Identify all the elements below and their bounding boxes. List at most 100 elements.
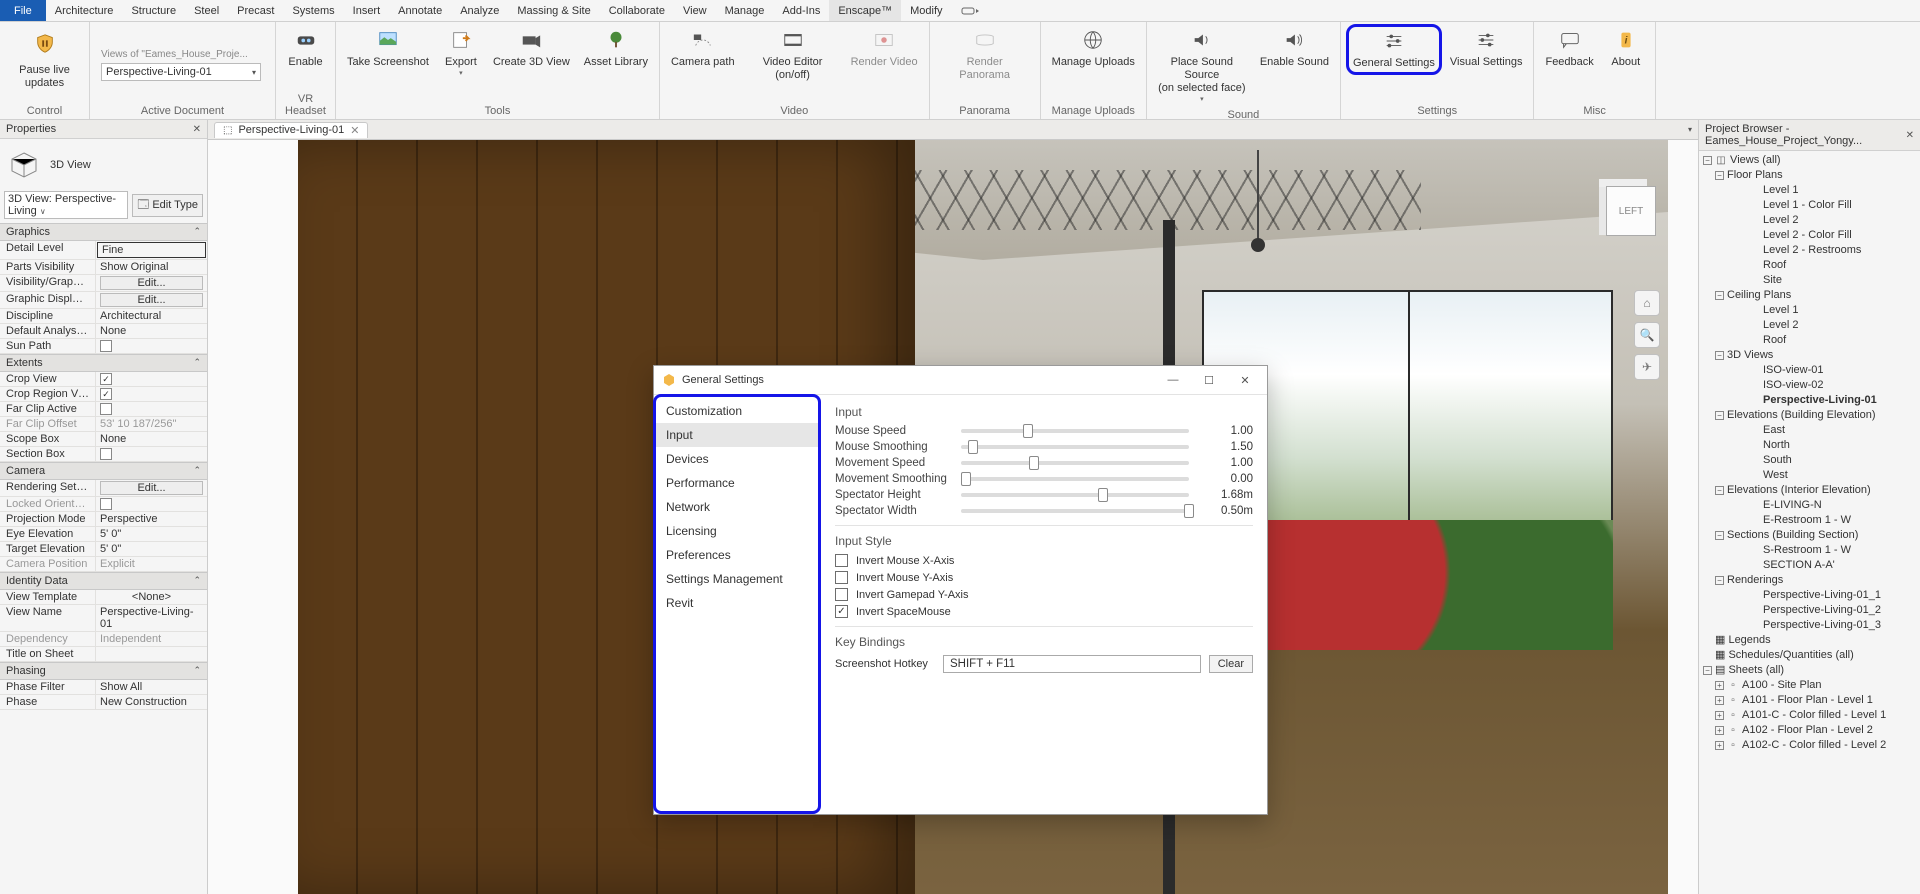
section-extents[interactable]: Extents⌃ [0,354,207,372]
property-value[interactable]: ✓ [96,387,207,401]
property-value[interactable] [96,339,207,353]
menu-view[interactable]: View [674,0,716,21]
camera-path-button[interactable]: Camera path [665,24,741,73]
tree-item[interactable]: +▫A101-C - Color filled - Level 1 [1701,708,1918,723]
render-video-button[interactable]: Render Video [845,24,924,73]
close-icon[interactable]: ✕ [1906,130,1914,141]
tree-item[interactable]: West [1701,468,1918,483]
expand-toggle[interactable]: − [1715,576,1724,585]
tree-item[interactable]: Perspective-Living-01_1 [1701,588,1918,603]
property-value[interactable]: None [96,324,207,338]
tree-item[interactable]: −Sections (Building Section) [1701,528,1918,543]
tabs-overflow[interactable]: ▾ [1682,125,1698,134]
manage-uploads-button[interactable]: Manage Uploads [1046,24,1141,73]
menu-addins[interactable]: Add-Ins [773,0,829,21]
menu-file[interactable]: File [0,0,46,21]
tree-item[interactable]: −Renderings [1701,573,1918,588]
property-value[interactable]: Explicit [96,557,207,571]
tree-item[interactable]: SECTION A-A' [1701,558,1918,573]
property-value[interactable]: Edit... [96,292,207,308]
menu-steel[interactable]: Steel [185,0,228,21]
nav-home-button[interactable]: ⌂ [1634,290,1660,316]
close-icon[interactable]: ✕ [193,124,201,135]
sidebar-item-network[interactable]: Network [656,495,818,519]
enable-vr-button[interactable]: Enable [282,24,330,73]
property-value[interactable]: Fine [97,242,206,258]
menu-precast[interactable]: Precast [228,0,283,21]
place-sound-button[interactable]: Place Sound Source(on selected face)▾ [1152,24,1252,107]
screenshot-hotkey-input[interactable] [943,655,1201,673]
property-value[interactable]: Perspective [96,512,207,526]
slider-thumb[interactable] [1184,504,1194,518]
sidebar-item-input[interactable]: Input [656,423,818,447]
property-value[interactable]: Show All [96,680,207,694]
slider-track[interactable] [961,461,1189,465]
sidebar-item-devices[interactable]: Devices [656,447,818,471]
expand-toggle[interactable]: − [1715,351,1724,360]
tree-item[interactable]: ▦ Legends [1701,633,1918,648]
sidebar-item-performance[interactable]: Performance [656,471,818,495]
tree-item[interactable]: E-Restroom 1 - W [1701,513,1918,528]
slider-track[interactable] [961,509,1189,513]
slider-thumb[interactable] [1029,456,1039,470]
tree-item[interactable]: Level 1 [1701,303,1918,318]
tree-item[interactable]: −3D Views [1701,348,1918,363]
property-value[interactable]: 53' 10 187/256" [96,417,207,431]
tree-item[interactable]: Level 1 - Color Fill [1701,198,1918,213]
menu-architecture[interactable]: Architecture [46,0,123,21]
expand-toggle[interactable]: − [1703,156,1712,165]
tree-item[interactable]: Roof [1701,258,1918,273]
tree-item[interactable]: +▫A102 - Floor Plan - Level 2 [1701,723,1918,738]
sidebar-item-licensing[interactable]: Licensing [656,519,818,543]
menu-collaborate[interactable]: Collaborate [600,0,674,21]
property-value[interactable]: Independent [96,632,207,646]
clear-button[interactable]: Clear [1209,655,1253,673]
tree-item[interactable]: Level 2 - Restrooms [1701,243,1918,258]
tree-item[interactable]: S-Restroom 1 - W [1701,543,1918,558]
menu-structure[interactable]: Structure [122,0,185,21]
slider-track[interactable] [961,429,1189,433]
document-tab[interactable]: ⬚ Perspective-Living-01 ✕ [214,122,368,138]
tree-item[interactable]: Perspective-Living-01 [1701,393,1918,408]
checkbox-invert-spacemouse[interactable]: ✓Invert SpaceMouse [835,605,1253,618]
tree-item[interactable]: South [1701,453,1918,468]
asset-library-button[interactable]: Asset Library [578,24,654,73]
menu-annotate[interactable]: Annotate [389,0,451,21]
expand-toggle[interactable]: + [1715,711,1724,720]
checkbox-invert-mouse-x-axis[interactable]: Invert Mouse X-Axis [835,554,1253,567]
edit-type-button[interactable]: 🗔Edit Type [132,194,203,217]
section-identity[interactable]: Identity Data⌃ [0,572,207,590]
tree-item[interactable]: Perspective-Living-01_3 [1701,618,1918,633]
expand-toggle[interactable]: − [1715,291,1724,300]
render-panorama-button[interactable]: Render Panorama [935,24,1035,86]
tree-item[interactable]: ISO-view-01 [1701,363,1918,378]
tree-item[interactable]: +▫A100 - Site Plan [1701,678,1918,693]
property-value[interactable]: Edit... [96,480,207,496]
menu-overflow[interactable] [952,0,988,21]
slider-thumb[interactable] [961,472,971,486]
property-value[interactable]: Edit... [96,275,207,291]
slider-track[interactable] [961,445,1189,449]
tree-item[interactable]: Site [1701,273,1918,288]
checkbox-invert-mouse-y-axis[interactable]: Invert Mouse Y-Axis [835,571,1253,584]
tree-item[interactable]: −Elevations (Interior Elevation) [1701,483,1918,498]
menu-insert[interactable]: Insert [344,0,390,21]
create-3d-view-button[interactable]: Create 3D View [487,24,576,73]
sidebar-item-customization[interactable]: Customization [656,399,818,423]
tree-item[interactable]: East [1701,423,1918,438]
tree-item[interactable]: +▫A101 - Floor Plan - Level 1 [1701,693,1918,708]
property-value[interactable] [96,402,207,416]
property-value[interactable]: <None> [96,590,207,604]
checkbox-invert-gamepad-y-axis[interactable]: Invert Gamepad Y-Axis [835,588,1253,601]
menu-modify[interactable]: Modify [901,0,951,21]
take-screenshot-button[interactable]: Take Screenshot [341,24,435,73]
slider-track[interactable] [961,477,1189,481]
property-value[interactable]: Show Original [96,260,207,274]
property-value[interactable]: ✓ [96,372,207,386]
section-graphics[interactable]: Graphics⌃ [0,223,207,241]
slider-thumb[interactable] [1023,424,1033,438]
expand-toggle[interactable]: − [1715,531,1724,540]
property-value[interactable]: 5' 0" [96,542,207,556]
tree-item[interactable]: −Ceiling Plans [1701,288,1918,303]
close-button[interactable]: ✕ [1227,367,1263,393]
